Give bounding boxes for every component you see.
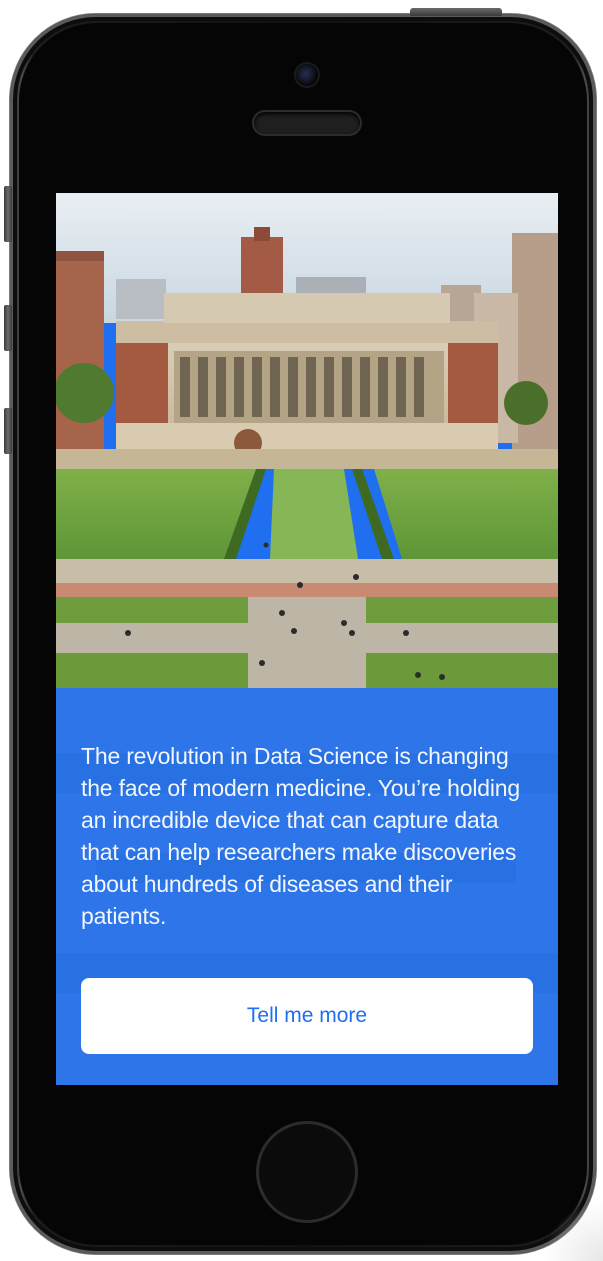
volume-up-button	[4, 305, 12, 351]
earpiece-speaker	[254, 112, 360, 134]
app-screen: The revolution in Data Science is changi…	[56, 193, 558, 1085]
corner-glare	[543, 1201, 603, 1261]
intro-text: The revolution in Data Science is changi…	[81, 743, 520, 929]
front-camera-icon	[296, 64, 318, 86]
mute-switch	[4, 186, 12, 242]
power-button	[410, 8, 502, 16]
volume-down-button	[4, 408, 12, 454]
home-button[interactable]	[256, 1121, 358, 1223]
tell-me-more-button[interactable]: Tell me more	[81, 978, 533, 1054]
